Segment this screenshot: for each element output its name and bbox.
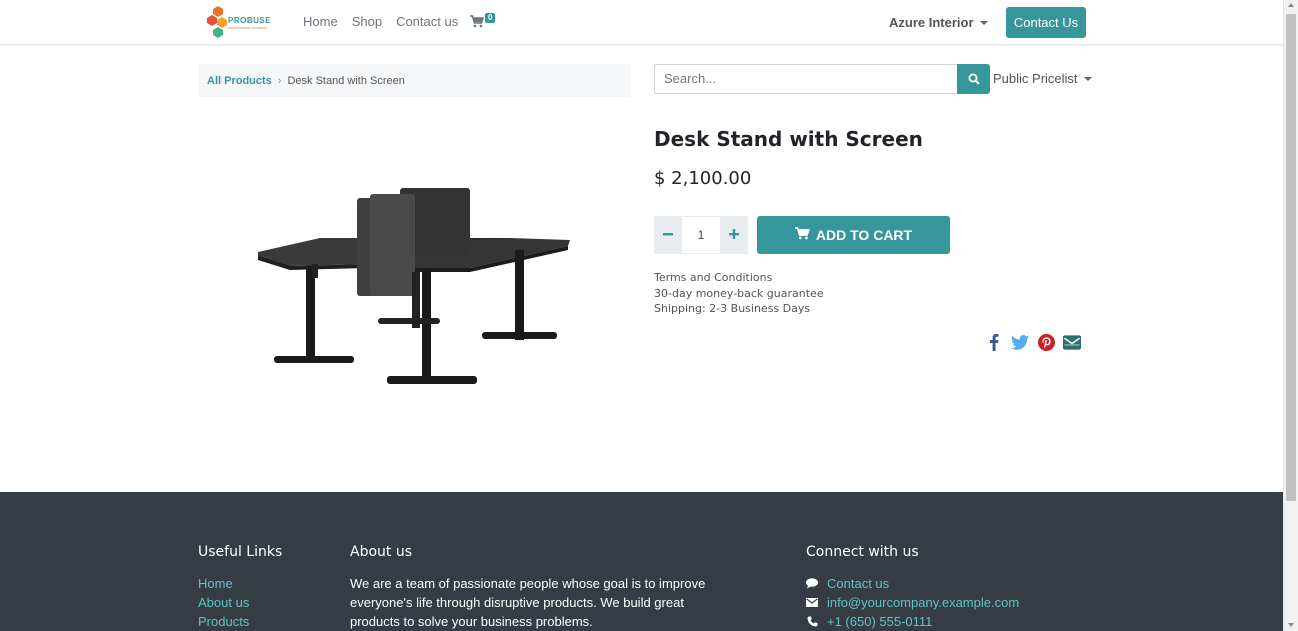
scroll-down-icon[interactable]: [1288, 623, 1294, 627]
footer-about: About us We are a team of passionate peo…: [350, 544, 710, 631]
search-icon: [968, 70, 980, 89]
plus-icon: [729, 226, 739, 244]
envelope-icon[interactable]: [1063, 333, 1081, 351]
cart-count-badge: 0: [485, 13, 496, 23]
pinterest-icon[interactable]: [1037, 333, 1055, 351]
quantity-decrease-button[interactable]: [654, 216, 682, 254]
product-title: Desk Stand with Screen: [654, 127, 923, 151]
company-logo[interactable]: PROBUSE PROFESSIONAL BUSINESS: [206, 5, 272, 39]
contact-us-button[interactable]: Contact Us: [1006, 7, 1086, 38]
social-share: [985, 333, 1081, 351]
terms-link[interactable]: Terms and Conditions: [654, 270, 824, 286]
chevron-right-icon: ›: [277, 74, 282, 87]
cart-button[interactable]: 0: [470, 13, 500, 33]
svg-text:PROBUSE: PROBUSE: [228, 16, 271, 25]
envelope-icon: [806, 597, 818, 609]
caret-down-icon: [1083, 76, 1092, 81]
quantity-increase-button[interactable]: [720, 216, 748, 254]
shopping-cart-icon: [470, 13, 485, 32]
add-to-cart-label: ADD TO CART: [815, 227, 913, 243]
footer-useful-links: Useful Links Home About us Products: [198, 544, 282, 631]
footer-phone-link[interactable]: +1 (650) 555-0111: [827, 612, 932, 631]
breadcrumb-current: Desk Stand with Screen: [287, 74, 405, 87]
shopping-cart-icon: [794, 227, 810, 243]
search-input[interactable]: Search...: [654, 64, 958, 94]
about-title: About us: [350, 544, 413, 560]
facebook-icon[interactable]: [985, 333, 1003, 351]
nav-shop[interactable]: Shop: [352, 14, 382, 29]
product-terms: Terms and Conditions 30-day money-back g…: [654, 270, 824, 317]
twitter-icon[interactable]: [1011, 333, 1029, 351]
add-to-cart-button[interactable]: ADD TO CART: [757, 216, 950, 254]
caret-down-icon: [979, 20, 988, 25]
footer-contact-row: Contact us: [806, 574, 1019, 593]
useful-links-title: Useful Links: [198, 544, 283, 560]
product-price: $ 2,100.00: [654, 168, 752, 189]
company-dropdown[interactable]: Azure Interior: [889, 15, 988, 30]
footer-link-home[interactable]: Home: [198, 574, 282, 593]
product-image: [250, 180, 580, 400]
comment-icon: [806, 578, 818, 590]
footer-phone-row: +1 (650) 555-0111: [806, 612, 1019, 631]
top-header: PROBUSE PROFESSIONAL BUSINESS Home Shop …: [0, 0, 1283, 45]
pricelist-label: Public Pricelist: [993, 71, 1078, 86]
vertical-scrollbar[interactable]: [1283, 0, 1298, 631]
footer-contact-link[interactable]: Contact us: [827, 574, 889, 593]
breadcrumb-all-products[interactable]: All Products: [207, 75, 272, 87]
scroll-thumb[interactable]: [1286, 14, 1296, 501]
nav-contact[interactable]: Contact us: [396, 14, 458, 29]
quantity-input[interactable]: 1: [682, 216, 720, 254]
footer-link-products[interactable]: Products: [198, 612, 282, 631]
money-back-text: 30-day money-back guarantee: [654, 286, 824, 300]
connect-title: Connect with us: [806, 544, 919, 560]
search-button[interactable]: [957, 64, 990, 94]
phone-icon: [806, 616, 818, 628]
pricelist-dropdown[interactable]: Public Pricelist: [993, 71, 1092, 86]
minus-icon: [663, 226, 673, 244]
nav-home[interactable]: Home: [303, 14, 338, 29]
svg-text:PROFESSIONAL BUSINESS: PROFESSIONAL BUSINESS: [228, 26, 267, 30]
footer-link-about[interactable]: About us: [198, 593, 282, 612]
breadcrumb: All Products › Desk Stand with Screen: [198, 64, 630, 97]
footer-email-link[interactable]: info@yourcompany.example.com: [827, 593, 1019, 612]
shipping-text: Shipping: 2-3 Business Days: [654, 302, 811, 315]
company-name: Azure Interior: [889, 15, 974, 30]
footer-email-row: info@yourcompany.example.com: [806, 593, 1019, 612]
footer-connect: Connect with us Contact us info@yourcomp…: [806, 544, 1019, 631]
scroll-up-icon[interactable]: [1288, 3, 1294, 7]
site-footer: Useful Links Home About us Products Abou…: [0, 492, 1283, 631]
about-text: We are a team of passionate people whose…: [350, 576, 706, 629]
main-nav: Home Shop Contact us: [303, 14, 472, 29]
